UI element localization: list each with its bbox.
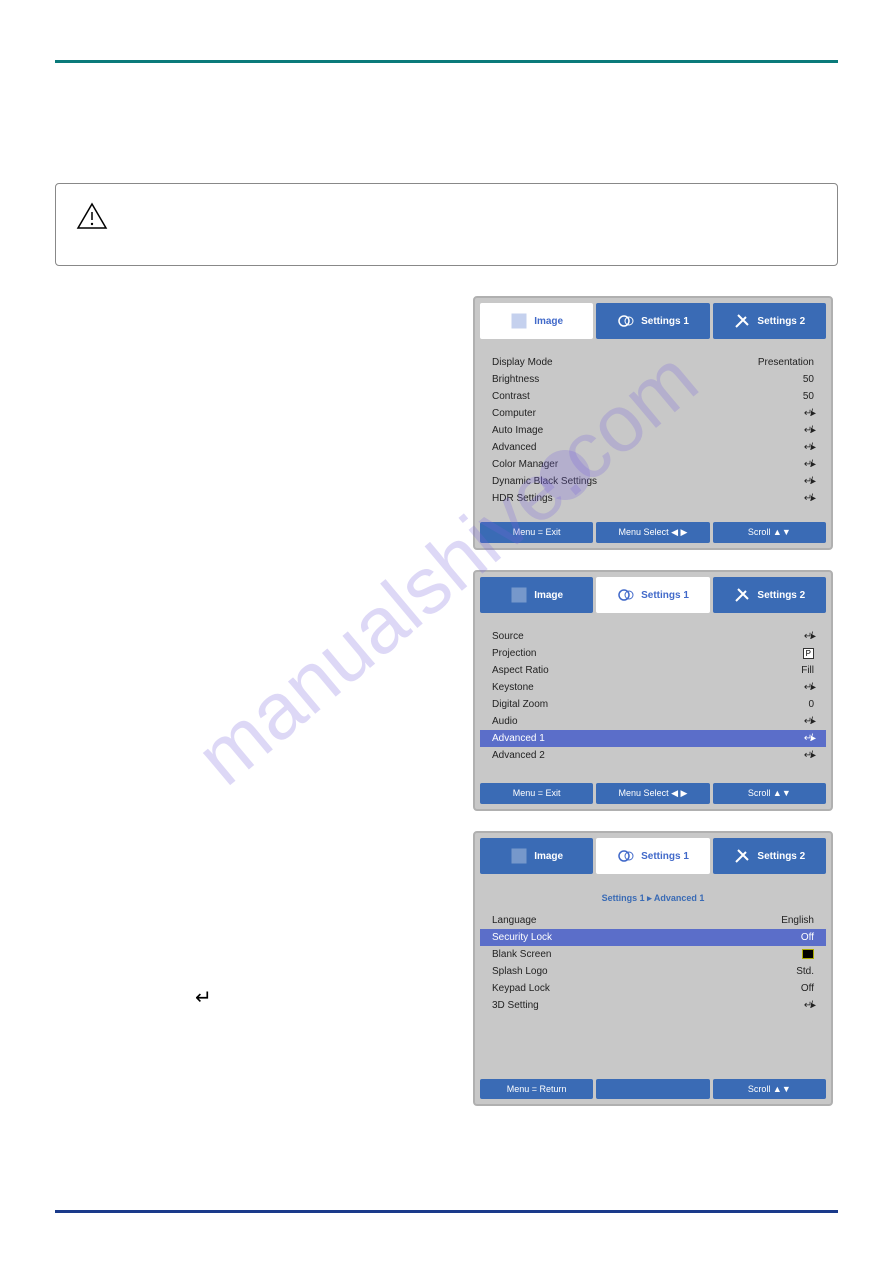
- tab-settings1[interactable]: Settings 1: [596, 838, 709, 874]
- enter-arrow-icon: ↵: [195, 985, 212, 1010]
- menu-row: HDR Settings↵/▸: [480, 490, 826, 507]
- footer-hint-select: Menu Select ◀ ▶: [596, 783, 709, 804]
- menu-row: Aspect RatioFill: [480, 662, 826, 679]
- menu-row: Audio↵/▸: [480, 713, 826, 730]
- footer-hint-exit: Menu = Exit: [480, 522, 593, 543]
- image-icon: [510, 312, 528, 330]
- image-icon: [510, 847, 528, 865]
- blank-screen-swatch: [802, 949, 814, 959]
- warning-box: [55, 183, 838, 266]
- footer-hint-return: Menu = Return: [480, 1079, 593, 1099]
- gear-icon: [617, 586, 635, 604]
- menu-row: LanguageEnglish: [480, 912, 826, 929]
- footer-rule: [55, 1210, 838, 1213]
- menu-row: Color Manager↵/▸: [480, 456, 826, 473]
- menu-row: Advanced↵/▸: [480, 439, 826, 456]
- menu-row-selected: Advanced 1↵/▸: [480, 730, 826, 747]
- tab-label: Settings 1: [641, 851, 689, 862]
- osd-menu-body: Settings 1 ▸ Advanced 1 LanguageEnglish …: [480, 879, 826, 1074]
- tools-icon: [733, 312, 751, 330]
- menu-row-selected: Security LockOff: [480, 929, 826, 946]
- tab-label: Settings 1: [641, 590, 689, 601]
- tab-image[interactable]: Image: [480, 303, 593, 339]
- warning-icon: [76, 202, 108, 235]
- tab-label: Settings 2: [757, 590, 805, 601]
- tab-image[interactable]: Image: [480, 577, 593, 613]
- menu-row: 3D Setting↵/▸: [480, 997, 826, 1014]
- image-icon: [510, 586, 528, 604]
- tab-settings1[interactable]: Settings 1: [596, 577, 709, 613]
- tab-settings2[interactable]: Settings 2: [713, 838, 826, 874]
- tab-label: Settings 1: [641, 316, 689, 327]
- menu-row: Splash LogoStd.: [480, 963, 826, 980]
- menu-row: Digital Zoom0: [480, 696, 826, 713]
- menu-row: Advanced 2↵/▸: [480, 747, 826, 764]
- osd-screenshot-3: Image Settings 1 Settings 2 Settings 1 ▸…: [473, 831, 833, 1106]
- tools-icon: [733, 586, 751, 604]
- footer-hint-scroll: Scroll ▲▼: [713, 522, 826, 543]
- menu-row: Brightness50: [480, 371, 826, 388]
- header-rule: [55, 60, 838, 63]
- menu-row: Computer↵/▸: [480, 405, 826, 422]
- tab-settings2[interactable]: Settings 2: [713, 303, 826, 339]
- menu-row: Keystone↵/▸: [480, 679, 826, 696]
- breadcrumb: Settings 1 ▸ Advanced 1: [480, 889, 826, 912]
- tab-settings1[interactable]: Settings 1: [596, 303, 709, 339]
- footer-hint-exit: Menu = Exit: [480, 783, 593, 804]
- menu-row: Keypad LockOff: [480, 980, 826, 997]
- menu-row: Source↵/▸: [480, 628, 826, 645]
- gear-icon: [617, 847, 635, 865]
- footer-hint-scroll: Scroll ▲▼: [713, 1079, 826, 1099]
- tab-label: Settings 2: [757, 316, 805, 327]
- menu-row: Blank Screen: [480, 946, 826, 963]
- osd-menu-body: Source↵/▸ ProjectionP Aspect RatioFill K…: [480, 618, 826, 778]
- gear-icon: [617, 312, 635, 330]
- menu-row: Display ModePresentation: [480, 354, 826, 371]
- footer-hint-scroll: Scroll ▲▼: [713, 783, 826, 804]
- menu-row: Auto Image↵/▸: [480, 422, 826, 439]
- footer-hint-empty: [596, 1079, 709, 1099]
- osd-screenshot-1: Image Settings 1 Settings 2 Display Mode…: [473, 296, 833, 550]
- osd-screenshot-2: Image Settings 1 Settings 2 Source↵/▸ Pr…: [473, 570, 833, 811]
- menu-row: Contrast50: [480, 388, 826, 405]
- tab-label: Image: [534, 590, 563, 601]
- osd-menu-body: Display ModePresentation Brightness50 Co…: [480, 344, 826, 517]
- tools-icon: [733, 847, 751, 865]
- tab-label: Settings 2: [757, 851, 805, 862]
- footer-hint-select: Menu Select ◀ ▶: [596, 522, 709, 543]
- tab-label: Image: [534, 316, 563, 327]
- menu-row: ProjectionP: [480, 645, 826, 662]
- menu-row: Dynamic Black Settings↵/▸: [480, 473, 826, 490]
- tab-settings2[interactable]: Settings 2: [713, 577, 826, 613]
- tab-image[interactable]: Image: [480, 838, 593, 874]
- tab-label: Image: [534, 851, 563, 862]
